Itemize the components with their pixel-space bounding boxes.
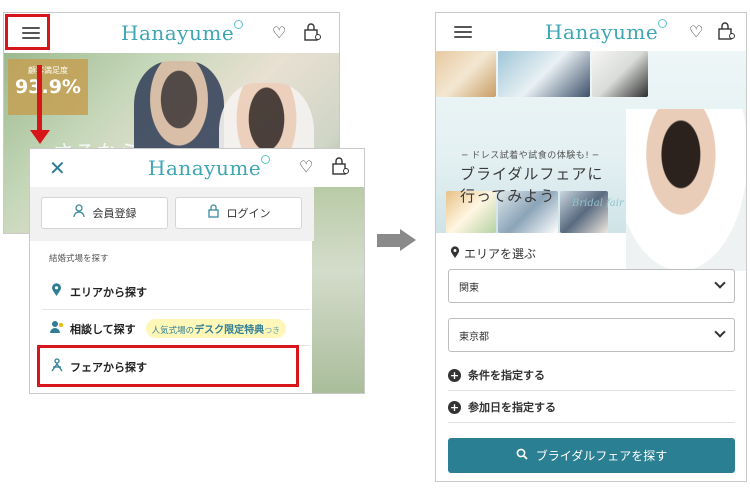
fair-header: Hanayume ♡	[436, 13, 746, 51]
menu-item-consult[interactable]: 相談して探す 人気式場のデスク限定特典つき	[49, 319, 287, 338]
login-button[interactable]: ログイン	[175, 197, 302, 229]
banner-title-line2: 行ってみよう	[460, 187, 556, 205]
banner-script-text: Bridal fair	[572, 198, 624, 209]
hamburger-menu-icon[interactable]	[454, 25, 472, 39]
pill-pre-text: 人気式場の	[151, 326, 195, 336]
drawer-header: ✕ Hanayume ♡	[30, 149, 364, 187]
lock-icon[interactable]	[303, 23, 321, 44]
bride-photo	[626, 109, 746, 271]
red-arrow-head	[30, 130, 50, 144]
map-pin-icon	[450, 245, 460, 262]
date-label: 参加日を指定する	[468, 401, 556, 414]
area-section-title: エリアを選ぶ	[450, 245, 536, 262]
favorite-heart-icon[interactable]: ♡	[689, 24, 703, 40]
plus-circle-icon: +	[448, 400, 461, 414]
divider	[448, 422, 735, 423]
menu-item-consult-label: 相談して探す	[70, 322, 136, 336]
region-select[interactable]: 関東	[448, 269, 735, 303]
search-fair-button[interactable]: ブライダルフェアを探す	[448, 438, 735, 473]
close-icon[interactable]: ✕	[49, 156, 66, 180]
hanayume-logo[interactable]: Hanayume	[545, 19, 668, 44]
auth-button-row: 会員登録 ログイン	[30, 187, 314, 241]
divider	[42, 309, 310, 310]
divider	[448, 390, 735, 391]
conditions-label: 条件を指定する	[468, 369, 545, 382]
login-label: ログイン	[226, 207, 271, 220]
register-button[interactable]: 会員登録	[41, 197, 168, 229]
chevron-down-icon	[714, 326, 726, 338]
hanayume-logo[interactable]: Hanayume	[148, 155, 271, 180]
desk-benefit-pill: 人気式場のデスク限定特典つき	[145, 319, 287, 338]
banner-subtitle: ─ ドレス試着や試食の体験も! ─	[462, 151, 599, 161]
transition-arrow-head	[400, 229, 416, 251]
login-lock-icon	[207, 204, 221, 222]
transition-arrow	[377, 234, 401, 247]
hanayume-logo[interactable]: Hanayume	[121, 20, 244, 45]
date-toggle[interactable]: + 参加日を指定する	[448, 399, 556, 415]
section-label-find-venue: 結婚式場を探す	[49, 254, 109, 264]
hamburger-highlight-box	[5, 14, 50, 50]
bridal-fair-banner[interactable]: ─ ドレス試着や試食の体験も! ─ ブライダルフェアに 行ってみよう Brida…	[436, 51, 746, 271]
groom-photo	[592, 51, 648, 97]
plus-circle-icon: +	[448, 368, 461, 382]
chevron-down-icon	[714, 277, 726, 289]
register-label: 会員登録	[92, 207, 137, 220]
background-photo-strip	[312, 187, 364, 393]
banner-title-line1: ブライダルフェアに	[460, 165, 604, 183]
user-add-icon	[72, 204, 87, 222]
region-select-value: 関東	[459, 282, 479, 294]
search-icon	[516, 448, 528, 463]
lock-icon[interactable]	[331, 157, 349, 178]
lock-icon[interactable]	[717, 22, 735, 43]
menu-item-area[interactable]: エリアから探す	[49, 283, 147, 301]
pill-post-text: つき	[264, 326, 281, 335]
badge-value: 93.9%	[15, 76, 81, 98]
consultant-icon	[49, 320, 64, 338]
fair-highlight-box	[37, 345, 299, 387]
favorite-heart-icon[interactable]: ♡	[299, 159, 313, 175]
badge-label: 顧客満足度	[28, 66, 68, 75]
map-pin-icon	[49, 283, 64, 301]
satisfaction-badge: 顧客満足度 93.9%	[8, 59, 88, 115]
red-arrow-down	[37, 65, 42, 133]
pill-highlight-text: デスク限定特典	[194, 325, 265, 336]
food-photo	[436, 51, 496, 97]
menu-drawer: ✕ Hanayume ♡ 会員登録 ログイン 結婚式場を探す エリアから探す 相…	[29, 148, 365, 394]
prefecture-select-value: 東京都	[459, 331, 489, 343]
home-header: Hanayume ♡	[4, 13, 339, 53]
favorite-heart-icon[interactable]: ♡	[272, 25, 286, 41]
couple-photo	[498, 51, 590, 97]
conditions-toggle[interactable]: + 条件を指定する	[448, 367, 545, 383]
search-button-label: ブライダルフェアを探す	[535, 449, 668, 463]
menu-item-area-label: エリアから探す	[70, 286, 147, 299]
area-section-label: エリアを選ぶ	[464, 247, 537, 261]
prefecture-select[interactable]: 東京都	[448, 318, 735, 352]
fair-search-screen: Hanayume ♡ ─ ドレス試着や試食の体験も! ─ ブライダルフェアに 行…	[435, 12, 747, 482]
